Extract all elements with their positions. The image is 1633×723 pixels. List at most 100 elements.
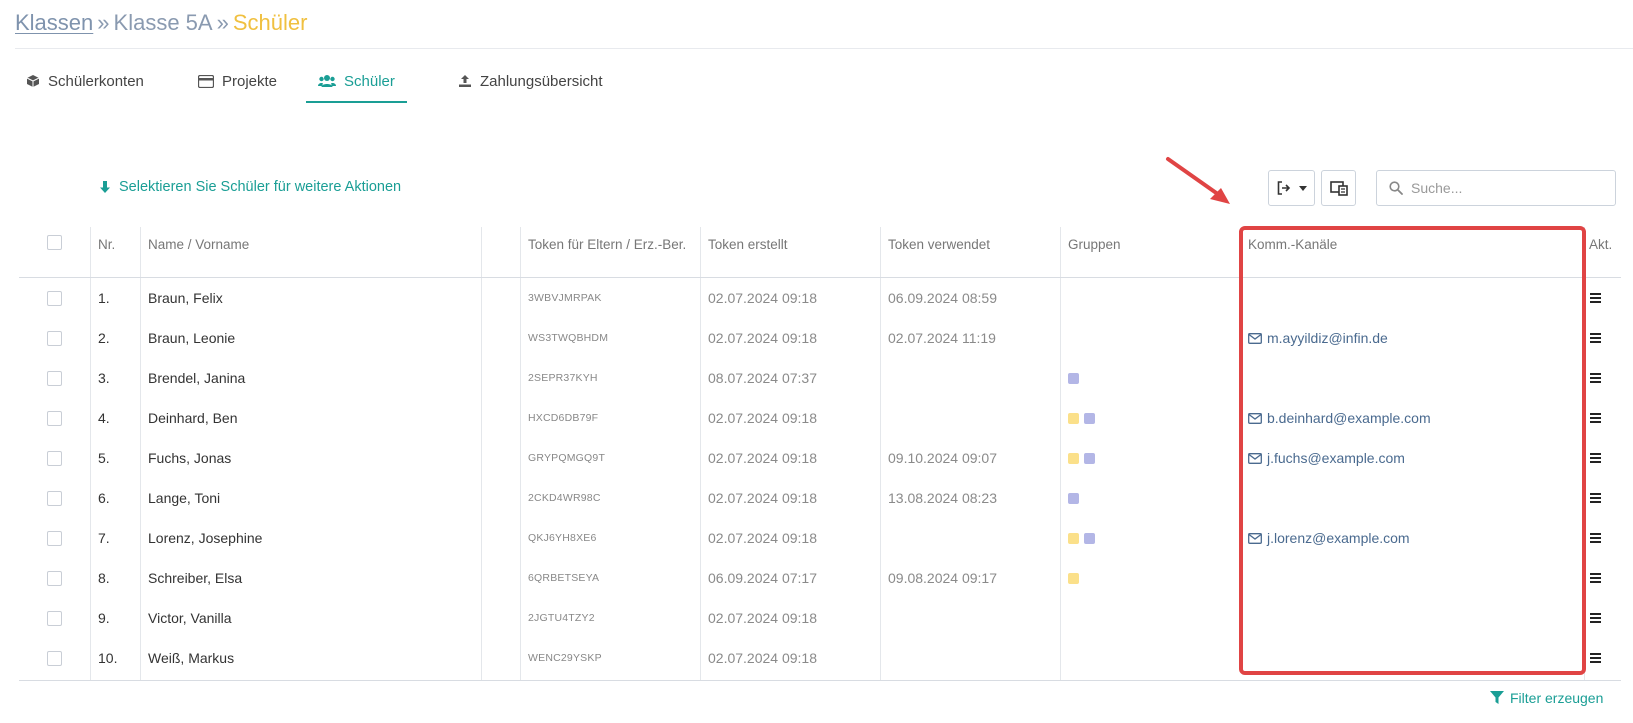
filter-icon: [1490, 691, 1504, 704]
tab-schuelerkonten[interactable]: Schülerkonten: [26, 62, 144, 100]
row-actions-menu[interactable]: [1590, 558, 1601, 598]
search-field[interactable]: [1376, 170, 1616, 206]
tab-label: Zahlungsübersicht: [480, 72, 603, 90]
student-name[interactable]: Lorenz, Josephine: [148, 518, 262, 558]
header-name[interactable]: Name / Vorname: [148, 235, 249, 254]
header-nr[interactable]: Nr.: [98, 235, 115, 254]
row-checkbox[interactable]: [47, 650, 62, 666]
tab-projekte[interactable]: Projekte: [198, 62, 277, 100]
row-actions-menu[interactable]: [1590, 438, 1601, 478]
row-checkbox-cell[interactable]: [47, 558, 62, 598]
tab-zahlungsuebersicht[interactable]: Zahlungsübersicht: [458, 62, 603, 100]
header-groups[interactable]: Gruppen: [1068, 235, 1121, 254]
table-row[interactable]: 7. Lorenz, Josephine QKJ6YH8XE6 02.07.2024 …: [19, 518, 1621, 558]
cube-icon: [26, 75, 40, 87]
token-used: 06.09.2024 08:59: [888, 290, 997, 306]
comm-channel-cell[interactable]: m.ayyildiz@infin.de: [1248, 318, 1388, 358]
row-actions-menu[interactable]: [1590, 358, 1601, 398]
group-color-badge: [1068, 452, 1079, 464]
row-checkbox-cell[interactable]: [47, 358, 62, 398]
column-settings-button[interactable]: [1321, 170, 1356, 206]
header-divider: [15, 48, 1633, 49]
student-name[interactable]: Fuchs, Jonas: [148, 438, 231, 478]
row-actions-menu[interactable]: [1590, 478, 1601, 518]
parent-token: 3WBVJMRPAK: [528, 292, 602, 304]
row-actions-menu[interactable]: [1590, 318, 1601, 358]
create-filter-link[interactable]: Filter erzeugen: [1490, 690, 1603, 706]
row-actions-menu[interactable]: [1590, 398, 1601, 438]
row-checkbox[interactable]: [47, 290, 62, 306]
token-created: 02.07.2024 09:18: [708, 290, 817, 306]
row-actions-menu[interactable]: [1590, 598, 1601, 638]
select-all-checkbox-cell[interactable]: [47, 235, 62, 250]
row-checkbox[interactable]: [47, 610, 62, 626]
student-name[interactable]: Braun, Leonie: [148, 318, 235, 358]
students-table: Nr. Name / Vorname Token für Eltern / Er…: [19, 227, 1621, 678]
row-checkbox[interactable]: [47, 530, 62, 546]
table-row[interactable]: 4. Deinhard, Ben HXCD6DB79F 02.07.2024 09:1…: [19, 398, 1621, 438]
table-row[interactable]: 6. Lange, Toni 2CKD4WR98C 02.07.2024 09:18 1…: [19, 478, 1621, 518]
token-created: 02.07.2024 09:18: [708, 530, 817, 546]
tab-label: Schüler: [344, 72, 395, 90]
table-row[interactable]: 1. Braun, Felix 3WBVJMRPAK 02.07.2024 09:18…: [19, 278, 1621, 318]
row-checkbox-cell[interactable]: [47, 518, 62, 558]
email-address: m.ayyildiz@infin.de: [1267, 330, 1388, 346]
row-number: 10.: [98, 650, 118, 666]
comm-channel-cell[interactable]: j.lorenz@example.com: [1248, 518, 1410, 558]
comm-channel-cell[interactable]: j.fuchs@example.com: [1248, 438, 1405, 478]
users-icon: [318, 75, 336, 87]
breadcrumb-current: Schüler: [232, 10, 308, 35]
table-row[interactable]: 8. Schreiber, Elsa 6QRBETSEYA 06.09.2024 07…: [19, 558, 1621, 598]
row-checkbox-cell[interactable]: [47, 478, 62, 518]
student-name[interactable]: Schreiber, Elsa: [148, 558, 242, 598]
row-actions-menu[interactable]: [1590, 638, 1601, 678]
header-channels[interactable]: Komm.-Kanäle: [1248, 235, 1337, 254]
row-checkbox[interactable]: [47, 330, 62, 346]
header-token-created[interactable]: Token erstellt: [708, 235, 788, 254]
row-actions-menu[interactable]: [1590, 518, 1601, 558]
row-checkbox[interactable]: [47, 570, 62, 586]
student-name[interactable]: Victor, Vanilla: [148, 598, 232, 638]
select-students-hint[interactable]: Selektieren Sie Schüler für weitere Akti…: [99, 179, 401, 195]
student-name[interactable]: Brendel, Janina: [148, 358, 245, 398]
group-badges: [1068, 398, 1100, 438]
header-token[interactable]: Token für Eltern / Erz.-Ber.: [528, 235, 688, 254]
row-checkbox-cell[interactable]: [47, 438, 62, 478]
row-checkbox-cell[interactable]: [47, 598, 62, 638]
row-checkbox[interactable]: [47, 450, 62, 466]
card-icon: [198, 74, 214, 88]
row-number: 4.: [98, 410, 110, 426]
table-row[interactable]: 10. Weiß, Markus WENC29YSKP 02.07.2024 09:1…: [19, 638, 1621, 678]
row-checkbox[interactable]: [47, 370, 62, 386]
row-actions-menu[interactable]: [1590, 278, 1601, 318]
row-checkbox-cell[interactable]: [47, 638, 62, 678]
row-checkbox-cell[interactable]: [47, 398, 62, 438]
row-checkbox[interactable]: [47, 490, 62, 506]
student-name[interactable]: Braun, Felix: [148, 278, 223, 318]
hamburger-menu-icon: [1590, 333, 1601, 343]
breadcrumb-classes-link[interactable]: Klassen: [15, 10, 93, 35]
comm-channel-cell[interactable]: b.deinhard@example.com: [1248, 398, 1431, 438]
token-created: 06.09.2024 07:17: [708, 570, 817, 586]
breadcrumb-separator: »: [216, 10, 229, 35]
upload-icon: [459, 75, 471, 87]
filter-label: Filter erzeugen: [1510, 690, 1604, 706]
tab-schueler[interactable]: Schüler: [306, 62, 407, 103]
row-checkbox-cell[interactable]: [47, 318, 62, 358]
student-name[interactable]: Lange, Toni: [148, 478, 220, 518]
token-used: 02.07.2024 11:19: [888, 330, 996, 346]
table-row[interactable]: 5. Fuchs, Jonas GRYPQMGQ9T 02.07.2024 09:18…: [19, 438, 1621, 478]
row-checkbox[interactable]: [47, 410, 62, 426]
export-dropdown-button[interactable]: [1268, 170, 1315, 206]
student-name[interactable]: Deinhard, Ben: [148, 398, 238, 438]
table-row[interactable]: 3. Brendel, Janina 2SEPR37KYH 08.07.2024 07…: [19, 358, 1621, 398]
row-checkbox-cell[interactable]: [47, 278, 62, 318]
hamburger-menu-icon: [1590, 293, 1601, 303]
student-name[interactable]: Weiß, Markus: [148, 638, 234, 678]
header-token-used[interactable]: Token verwendet: [888, 235, 990, 254]
table-row[interactable]: 9. Victor, Vanilla 2JGTU4TZY2 02.07.2024 09…: [19, 598, 1621, 638]
row-number: 1.: [98, 290, 110, 306]
select-all-checkbox[interactable]: [47, 235, 62, 250]
table-row[interactable]: 2. Braun, Leonie WS3TWQBHDM 02.07.2024 09:1…: [19, 318, 1621, 358]
search-input[interactable]: [1411, 180, 1601, 196]
